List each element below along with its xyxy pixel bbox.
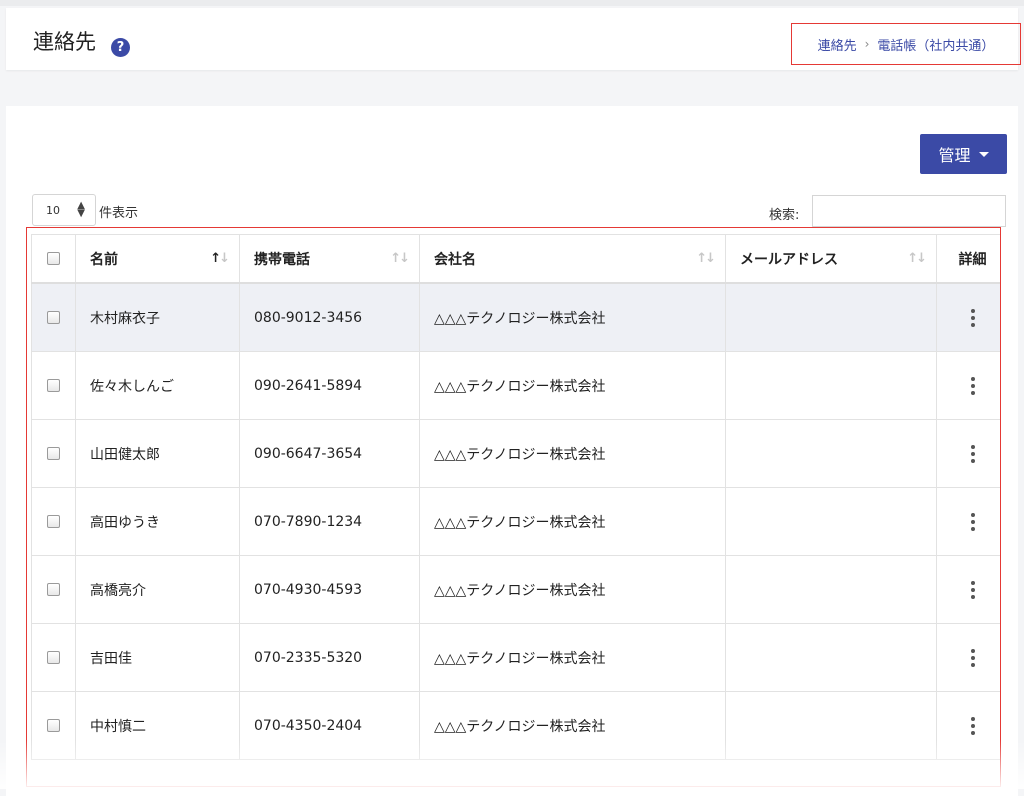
more-vertical-icon[interactable] xyxy=(970,648,975,667)
page-length-label: 件表示 xyxy=(99,206,139,221)
cell-company: △△△テクノロジー株式会社 xyxy=(419,419,726,488)
cell-company: △△△テクノロジー株式会社 xyxy=(419,351,726,420)
page-length-select[interactable]: 10 ▲ ▼ xyxy=(32,194,96,226)
breadcrumb-link-phonebook[interactable]: 電話帳（社内共通） xyxy=(877,35,994,54)
cell-name: 高田ゆうき xyxy=(75,487,240,556)
cell-email xyxy=(725,691,937,760)
column-label: 会社名 xyxy=(434,251,476,268)
breadcrumb: 連絡先 › 電話帳（社内共通） xyxy=(791,23,1021,65)
search-label: 検索: xyxy=(769,208,800,223)
table-row[interactable]: 吉田佳 070-2335-5320 △△△テクノロジー株式会社 xyxy=(31,623,1000,692)
sort-icon: ↑↓ xyxy=(390,251,410,266)
row-actions-cell xyxy=(936,555,1000,624)
page-title: 連絡先 xyxy=(33,30,96,54)
row-select-cell xyxy=(31,623,76,692)
more-vertical-icon[interactable] xyxy=(970,376,975,395)
caret-down-icon xyxy=(978,151,989,157)
cell-email xyxy=(725,623,937,692)
column-label: メールアドレス xyxy=(740,251,838,268)
page-header: 連絡先 ? 連絡先 › 電話帳（社内共通） xyxy=(6,8,1021,70)
top-strip xyxy=(0,0,1024,6)
row-actions-cell xyxy=(936,623,1000,692)
row-select-cell xyxy=(31,691,76,760)
cell-email xyxy=(725,555,937,624)
select-arrows-icon: ▲ ▼ xyxy=(77,200,85,219)
row-actions-cell xyxy=(936,419,1000,488)
cell-phone: 070-4350-2404 xyxy=(239,691,420,760)
row-select-cell xyxy=(31,282,76,352)
cell-name: 木村麻衣子 xyxy=(75,282,240,352)
contacts-table-region: 名前 ↑↓ 携帯電話 ↑↓ 会社名 ↑↓ メールアドレス ↑↓ 詳細 木村麻衣子 080-… xyxy=(26,227,1001,787)
cell-phone: 090-2641-5894 xyxy=(239,351,420,420)
manage-button-label: 管理 xyxy=(938,146,971,165)
cell-name: 山田健太郎 xyxy=(75,419,240,488)
row-actions-cell xyxy=(936,691,1000,760)
cell-phone: 080-9012-3456 xyxy=(239,282,420,352)
contacts-table: 名前 ↑↓ 携帯電話 ↑↓ 会社名 ↑↓ メールアドレス ↑↓ 詳細 木村麻衣子 080-… xyxy=(31,234,1000,760)
more-vertical-icon[interactable] xyxy=(970,716,975,735)
contacts-panel: 管理 10 ▲ ▼ 件表示 検索: 名前 ↑↓ 携帯電話 ↑↓ 会社名 ↑↓ メールアド… xyxy=(6,106,1018,796)
cell-company: △△△テクノロジー株式会社 xyxy=(419,691,726,760)
column-header-name[interactable]: 名前 ↑↓ xyxy=(75,234,240,284)
sort-icon: ↑↓ xyxy=(696,251,716,266)
cell-email xyxy=(725,487,937,556)
chevron-right-icon: › xyxy=(864,37,870,51)
column-header-email[interactable]: メールアドレス ↑↓ xyxy=(725,234,937,284)
page-length-value: 10 xyxy=(46,203,60,217)
cell-company: △△△テクノロジー株式会社 xyxy=(419,623,726,692)
table-row[interactable]: 佐々木しんご 090-2641-5894 △△△テクノロジー株式会社 xyxy=(31,351,1000,420)
cell-phone: 070-2335-5320 xyxy=(239,623,420,692)
cell-name: 中村慎二 xyxy=(75,691,240,760)
breadcrumb-link-contacts[interactable]: 連絡先 xyxy=(818,35,857,54)
row-checkbox[interactable] xyxy=(47,583,60,596)
more-vertical-icon[interactable] xyxy=(970,308,975,327)
row-checkbox[interactable] xyxy=(47,515,60,528)
cell-phone: 090-6647-3654 xyxy=(239,419,420,488)
column-header-phone[interactable]: 携帯電話 ↑↓ xyxy=(239,234,420,284)
cell-name: 高橋亮介 xyxy=(75,555,240,624)
select-all-checkbox[interactable] xyxy=(47,252,60,265)
row-select-cell xyxy=(31,351,76,420)
search-input[interactable] xyxy=(812,195,1006,227)
cell-email xyxy=(725,351,937,420)
table-header-row: 名前 ↑↓ 携帯電話 ↑↓ 会社名 ↑↓ メールアドレス ↑↓ 詳細 xyxy=(31,234,1000,284)
cell-company: △△△テクノロジー株式会社 xyxy=(419,555,726,624)
table-row[interactable]: 中村慎二 070-4350-2404 △△△テクノロジー株式会社 xyxy=(31,691,1000,760)
row-checkbox[interactable] xyxy=(47,719,60,732)
cell-email xyxy=(725,419,937,488)
row-actions-cell xyxy=(936,282,1000,352)
cell-company: △△△テクノロジー株式会社 xyxy=(419,282,726,352)
cell-email xyxy=(725,282,937,352)
manage-dropdown-button[interactable]: 管理 xyxy=(920,134,1007,174)
row-select-cell xyxy=(31,419,76,488)
row-checkbox[interactable] xyxy=(47,379,60,392)
more-vertical-icon[interactable] xyxy=(970,444,975,463)
row-actions-cell xyxy=(936,351,1000,420)
cell-phone: 070-7890-1234 xyxy=(239,487,420,556)
row-checkbox[interactable] xyxy=(47,311,60,324)
cell-company: △△△テクノロジー株式会社 xyxy=(419,487,726,556)
column-label: 携帯電話 xyxy=(254,251,310,268)
sort-asc-icon: ↑↓ xyxy=(210,251,230,266)
more-vertical-icon[interactable] xyxy=(970,580,975,599)
column-header-company[interactable]: 会社名 ↑↓ xyxy=(419,234,726,284)
table-row[interactable]: 高橋亮介 070-4930-4593 △△△テクノロジー株式会社 xyxy=(31,555,1000,624)
row-actions-cell xyxy=(936,487,1000,556)
row-checkbox[interactable] xyxy=(47,651,60,664)
row-checkbox[interactable] xyxy=(47,447,60,460)
table-row[interactable]: 木村麻衣子 080-9012-3456 △△△テクノロジー株式会社 xyxy=(31,282,1000,352)
cell-name: 吉田佳 xyxy=(75,623,240,692)
column-header-detail: 詳細 xyxy=(936,234,1000,284)
cell-phone: 070-4930-4593 xyxy=(239,555,420,624)
table-row[interactable]: 山田健太郎 090-6647-3654 △△△テクノロジー株式会社 xyxy=(31,419,1000,488)
cell-name: 佐々木しんご xyxy=(75,351,240,420)
column-label: 名前 xyxy=(90,251,118,268)
table-row[interactable]: 高田ゆうき 070-7890-1234 △△△テクノロジー株式会社 xyxy=(31,487,1000,556)
row-select-cell xyxy=(31,555,76,624)
select-all-cell xyxy=(31,234,76,284)
help-icon[interactable]: ? xyxy=(111,38,130,57)
row-select-cell xyxy=(31,487,76,556)
sort-icon: ↑↓ xyxy=(907,251,927,266)
more-vertical-icon[interactable] xyxy=(970,512,975,531)
